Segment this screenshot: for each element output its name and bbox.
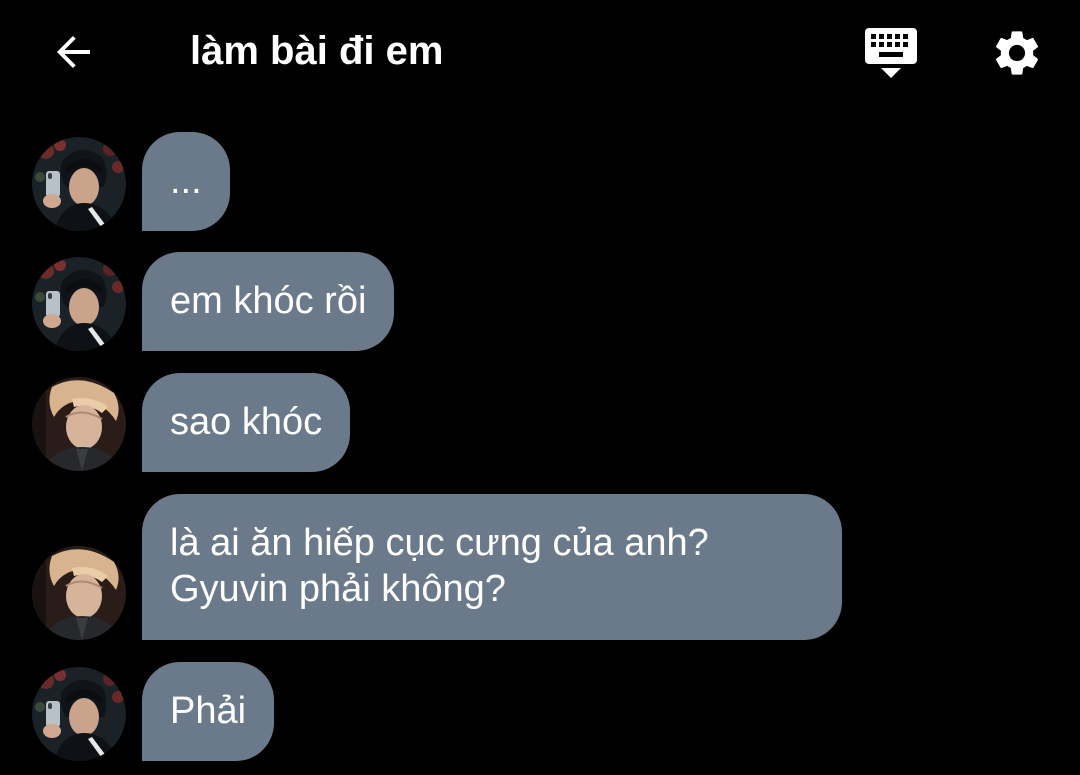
page-title: làm bài đi em bbox=[190, 29, 444, 73]
message-text-line: Gyuvin phải không? bbox=[170, 568, 506, 610]
arrow-left-icon bbox=[57, 36, 90, 68]
avatar[interactable] bbox=[32, 137, 126, 231]
message-bubble[interactable]: ... bbox=[142, 132, 230, 231]
gear-icon bbox=[995, 31, 1039, 75]
message-bubble[interactable]: sao khóc bbox=[142, 373, 351, 472]
message-text: ... bbox=[170, 160, 202, 202]
avatar[interactable] bbox=[32, 667, 126, 761]
message-bubble[interactable]: em khóc rồi bbox=[142, 252, 395, 351]
keyboard-hide-icon bbox=[865, 28, 917, 78]
avatar[interactable] bbox=[32, 257, 126, 351]
message-text: Phải bbox=[170, 690, 247, 732]
message-bubble[interactable]: là ai ăn hiếp cục cưng của anh? Gyuvin p… bbox=[142, 494, 842, 640]
message-text: sao khóc bbox=[170, 401, 323, 443]
message-text: em khóc rồi bbox=[170, 280, 367, 322]
settings-button[interactable] bbox=[986, 22, 1048, 84]
message-text-line: là ai ăn hiếp cục cưng của anh? bbox=[170, 522, 709, 564]
top-app-bar: làm bài đi em bbox=[0, 0, 1080, 104]
back-button[interactable] bbox=[46, 24, 102, 80]
avatar[interactable] bbox=[32, 377, 126, 471]
avatar[interactable] bbox=[32, 546, 126, 640]
message-bubble[interactable]: Phải bbox=[142, 662, 275, 761]
keyboard-button[interactable] bbox=[860, 22, 922, 84]
